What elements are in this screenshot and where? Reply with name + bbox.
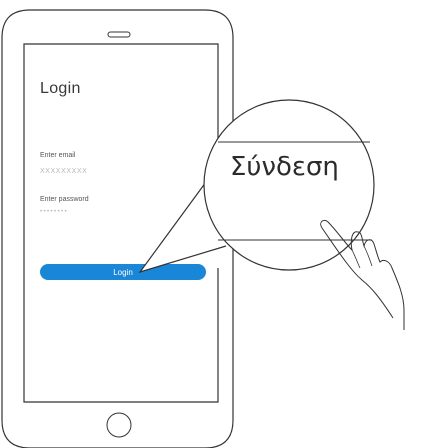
hand-finger-detail-2 [363,245,373,267]
zoom-circle [203,99,375,271]
zoom-overlay [138,99,405,330]
hand-finger-detail [351,249,361,269]
zoom-translated-label: Σύνδεση [230,152,339,182]
illustration: Login Enter email XXXXXXXXX Enter passwo… [0,0,423,448]
